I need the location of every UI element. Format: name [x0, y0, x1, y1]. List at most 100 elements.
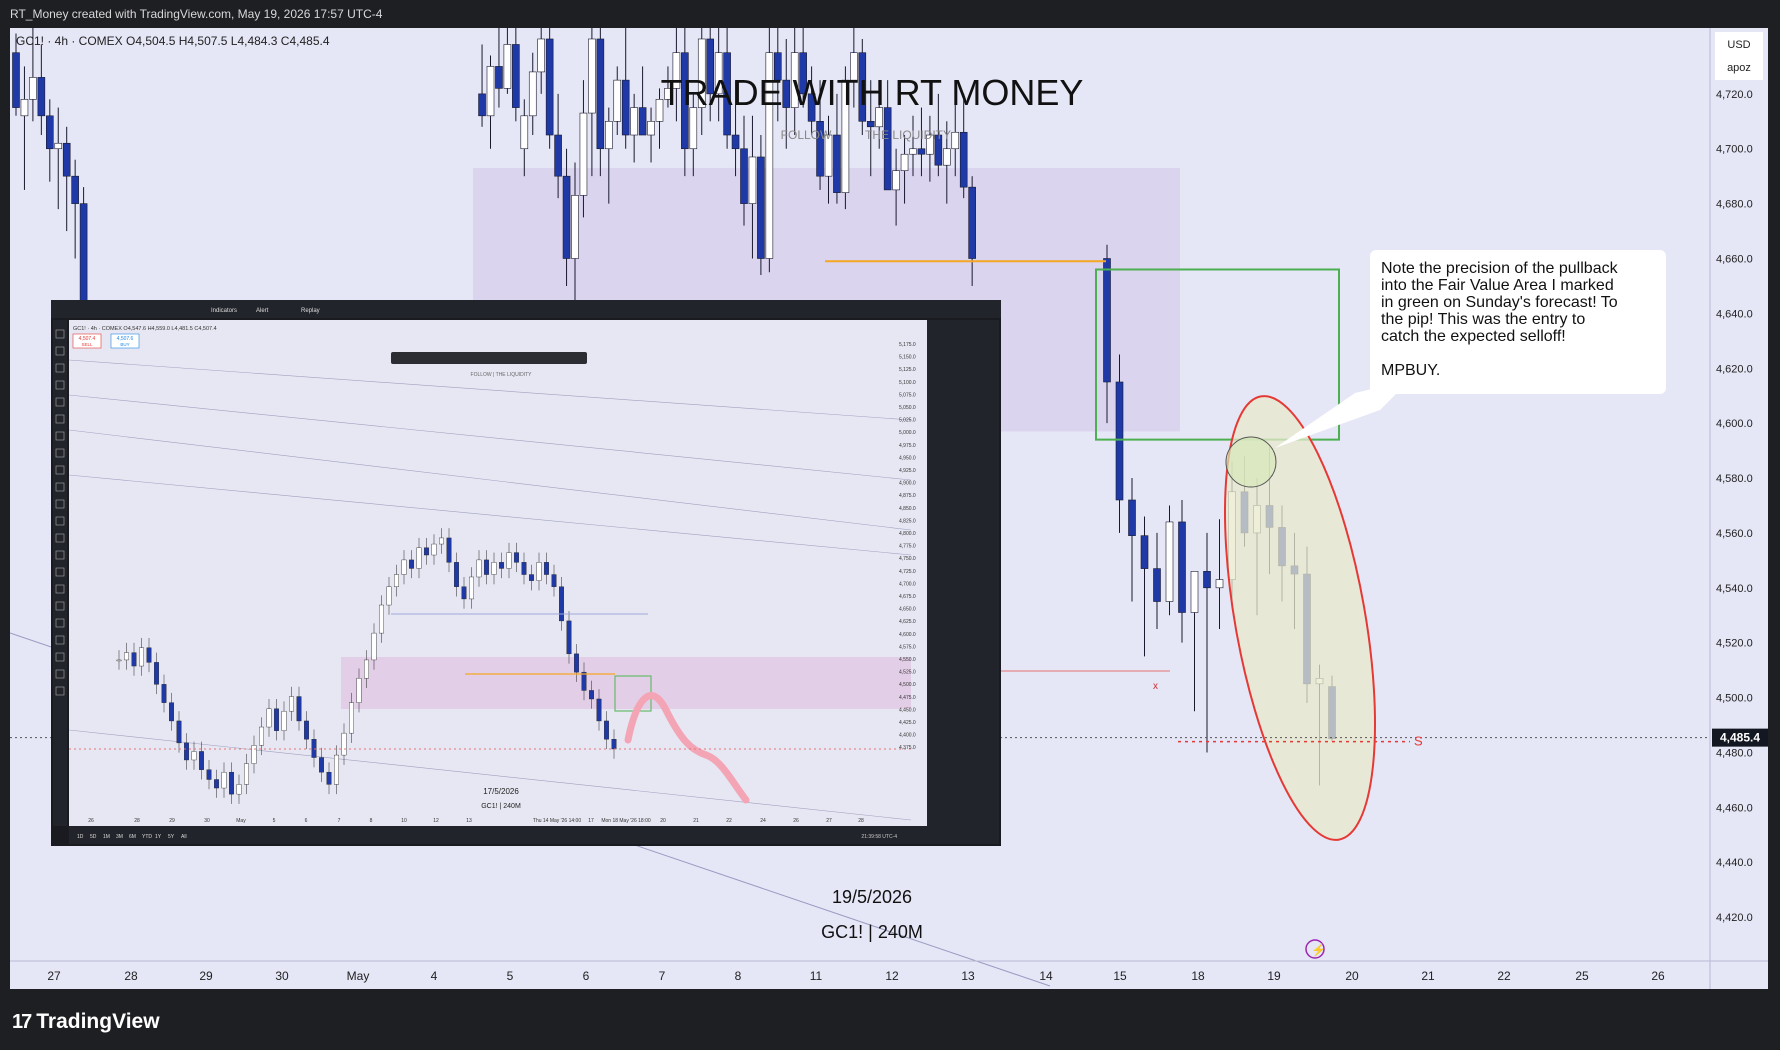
inset-y-label: 4,425.0	[899, 720, 916, 726]
inset-y-label: 4,925.0	[899, 468, 916, 474]
symbol-legend: GC1! · 4h · COMEX O4,504.5 H4,507.5 L4,4…	[16, 34, 330, 48]
candle-body	[503, 44, 512, 89]
inset-y-label: 4,475.0	[899, 695, 916, 701]
inset-x-label: 17	[588, 818, 594, 824]
candle-body	[1190, 571, 1199, 613]
inset-candle-body	[191, 751, 197, 761]
inset-x-label: 12	[433, 818, 439, 824]
candle-body	[1165, 521, 1174, 602]
inset-y-label: 4,650.0	[899, 607, 916, 613]
y-tick-label: 4,660.0	[1716, 254, 1753, 266]
y-tick-label: 4,640.0	[1716, 308, 1753, 320]
inset-toolbar-item: Alert	[256, 308, 269, 314]
candle-body	[959, 131, 968, 188]
inset-candle-body	[596, 698, 602, 722]
y-tick-label: 4,460.0	[1716, 802, 1753, 814]
inset-y-label: 5,075.0	[899, 392, 916, 398]
candle-body	[647, 121, 655, 136]
inset-y-label: 4,975.0	[899, 443, 916, 449]
x-tick-label: 28	[124, 969, 138, 983]
x-tick-label: 19	[1267, 969, 1281, 983]
tradingview-brand[interactable]: 17 TradingView	[12, 1010, 160, 1034]
inset-x-label: 7	[338, 818, 341, 824]
inset-y-label: 4,825.0	[899, 518, 916, 524]
candle-body	[71, 175, 79, 204]
inset-floating-toolbar[interactable]	[391, 352, 587, 364]
inset-candle-body	[244, 763, 249, 785]
x-tick-label: 21	[1421, 969, 1435, 983]
entry-circle[interactable]	[1225, 436, 1277, 488]
inset-candle-body	[484, 559, 489, 575]
inset-y-label: 5,125.0	[899, 367, 916, 373]
inset-candle-body	[266, 708, 272, 728]
inset-candle-body	[401, 559, 407, 575]
inset-range-button: 6M	[129, 834, 136, 840]
inset-candle-body	[161, 684, 167, 703]
inset-candle-body	[259, 726, 264, 746]
inset-sell-label: SELL	[81, 342, 93, 347]
candle-body	[1153, 568, 1161, 602]
inset-candle-body	[446, 537, 452, 563]
inset-x-label: 30	[204, 818, 210, 824]
inset-candle-body	[341, 732, 347, 756]
inset-candle-body	[364, 659, 369, 679]
candle-body	[520, 115, 529, 150]
inset-candle-body	[461, 586, 467, 600]
inset-forecast-screenshot[interactable]: Indicators Alert Replay GC1! · 4h · COMEX …	[51, 300, 1001, 846]
candle-body	[512, 44, 520, 108]
inset-candle-body	[214, 779, 219, 789]
inset-x-label: 24	[760, 818, 766, 824]
inset-candle-body	[491, 562, 497, 575]
inset-candle-body	[416, 547, 422, 569]
candle-body	[757, 156, 765, 259]
x-tick-label: 7	[659, 969, 666, 983]
inset-y-label: 4,700.0	[899, 581, 916, 587]
y-tick-label: 4,560.0	[1716, 528, 1753, 540]
x-tick-label: 14	[1039, 969, 1053, 983]
price-axis[interactable]	[1710, 28, 1768, 989]
inset-y-label: 4,875.0	[899, 493, 916, 499]
inset-y-label: 4,600.0	[899, 632, 916, 638]
candle-body	[740, 148, 748, 204]
inset-candle-body	[454, 562, 459, 587]
candle-body	[12, 52, 20, 108]
inset-candle-body	[356, 678, 362, 703]
y-tick-label: 4,680.0	[1716, 199, 1753, 211]
inset-y-label: 4,550.0	[899, 657, 916, 663]
inset-candle-body	[184, 742, 189, 761]
x-tick-label: 11	[810, 969, 823, 983]
candle-body	[486, 66, 495, 117]
y-tick-label: 4,620.0	[1716, 363, 1753, 375]
inset-y-label: 4,375.0	[899, 745, 916, 751]
inset-x-label: 21	[693, 818, 699, 824]
candle-body	[917, 148, 926, 155]
candle-body	[37, 77, 46, 117]
inset-left-toolbar[interactable]	[53, 320, 67, 826]
candle-body	[1115, 381, 1124, 501]
inset-range-button: 5Y	[168, 834, 175, 840]
inset-candle-body	[589, 690, 594, 700]
candle-body	[478, 93, 486, 117]
inset-bottom-bar[interactable]	[69, 826, 999, 844]
chart-frame[interactable]: x S Note the precision of the pullback in…	[10, 28, 1768, 989]
inset-toolbar[interactable]	[51, 300, 1001, 318]
inset-candle-body	[274, 708, 279, 731]
candle-body	[892, 170, 900, 191]
candle-body	[900, 153, 909, 171]
inset-x-label: May	[236, 818, 246, 824]
inset-buy-label: BUY	[120, 342, 129, 347]
inset-candle-body	[116, 659, 122, 662]
candle-body	[968, 186, 976, 259]
inset-candle-body	[386, 586, 392, 606]
inset-x-label: Mon 18 May '26 18:00	[601, 818, 651, 824]
y-tick-label: 4,440.0	[1716, 857, 1753, 869]
inset-y-label: 4,400.0	[899, 733, 916, 739]
inset-candle-body	[394, 574, 399, 587]
x-tick-label: 22	[1497, 969, 1511, 983]
y-tick-label: 4,480.0	[1716, 747, 1753, 759]
inset-y-label: 4,500.0	[899, 682, 916, 688]
candle-body	[596, 38, 605, 150]
inset-x-label: 26	[793, 818, 799, 824]
inset-candle-body	[424, 547, 429, 556]
inset-date-caption: 17/5/2026	[483, 787, 519, 796]
